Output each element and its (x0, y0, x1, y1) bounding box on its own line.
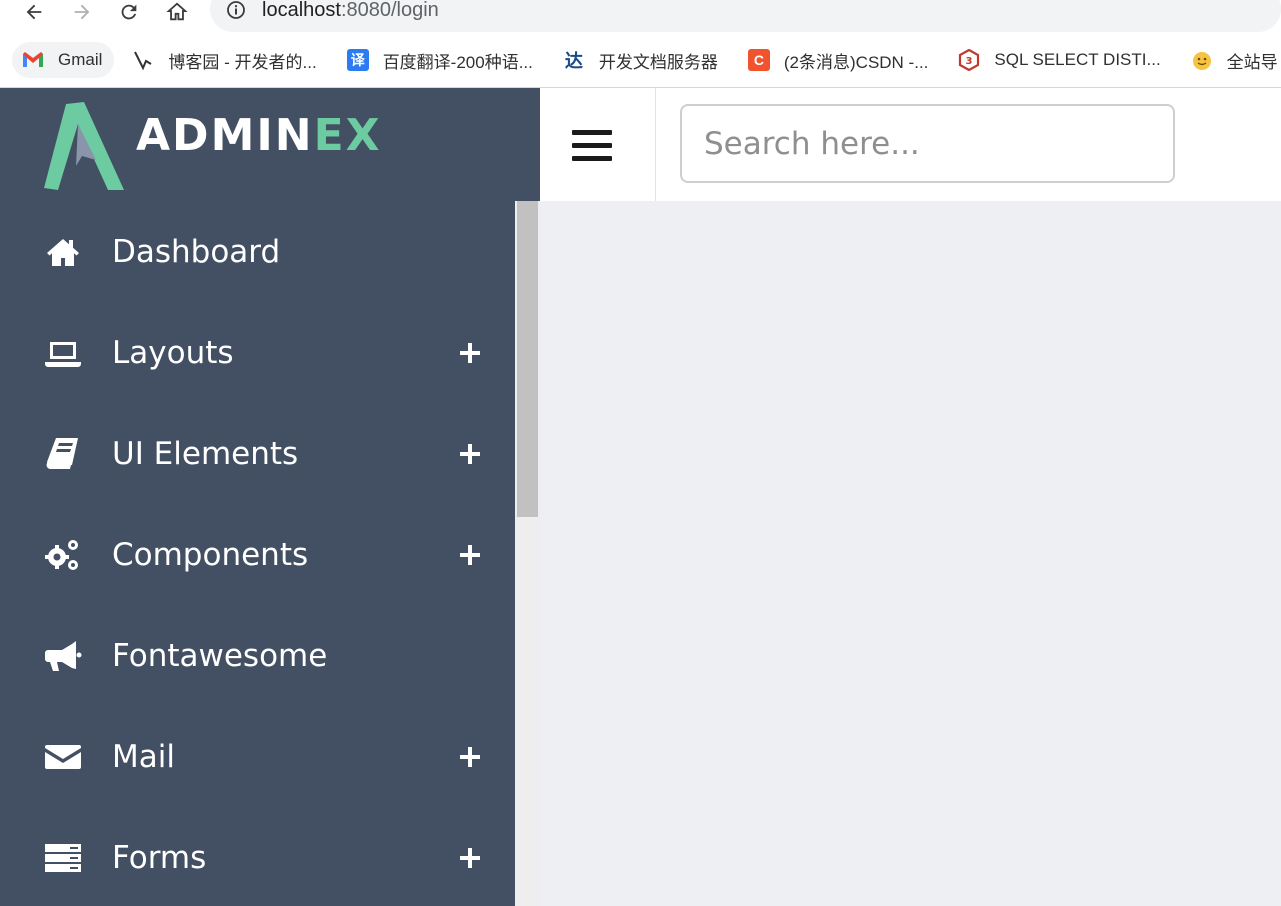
expand-plus-icon[interactable] (458, 745, 482, 769)
sidebar-item-label: Forms (112, 839, 207, 876)
bookmark-label: (2条消息)CSDN -... (783, 52, 929, 72)
devdocs-icon: 达 (564, 51, 583, 71)
baidu-translate-icon: 译 (346, 49, 369, 71)
server-icon (44, 839, 82, 877)
sidebar: ADMINEX Dashboard Layouts UI Elements Co… (0, 88, 540, 906)
cogs-icon (44, 536, 82, 574)
sidebar-item-label: Layouts (112, 334, 234, 371)
search-input[interactable] (680, 104, 1175, 183)
bookmark-cnblogs[interactable]: 博客园 - 开发者的... (114, 42, 328, 78)
brand-logo[interactable]: ADMINEX (0, 88, 540, 201)
bookmark-gmail[interactable]: Gmail (12, 42, 115, 78)
url-path: :8080/login (340, 0, 439, 21)
sidebar-item-label: Dashboard (112, 233, 281, 270)
book-icon (44, 435, 82, 473)
w3school-icon: 3 (958, 49, 980, 71)
sidebar-item-fontawesome[interactable]: Fontawesome (0, 605, 515, 706)
expand-plus-icon[interactable] (458, 442, 482, 466)
top-header (540, 88, 1281, 201)
sidebar-item-label: UI Elements (112, 435, 299, 472)
sidebar-item-label: Mail (112, 738, 175, 775)
bullhorn-icon (44, 637, 82, 675)
bookmark-devdocs[interactable]: 达 开发文档服务器 (545, 42, 730, 78)
home-button[interactable] (163, 0, 191, 26)
sidebar-item-forms[interactable]: Forms (0, 807, 515, 906)
browser-toolbar: localhost:8080/login Gmail 博客园 - 开发者的...… (0, 0, 1281, 88)
address-bar[interactable]: localhost:8080/login (210, 0, 1281, 32)
url-host: localhost (262, 0, 341, 21)
back-arrow-icon (26, 4, 42, 20)
sidebar-item-label: Components (112, 536, 309, 573)
bookmark-label: 全站导 (1226, 52, 1278, 72)
info-icon (227, 1, 245, 19)
bookmark-label: 博客园 - 开发者的... (168, 52, 317, 72)
sidebar-item-mail[interactable]: Mail (0, 706, 515, 807)
sidebar-item-layouts[interactable]: Layouts (0, 302, 515, 403)
menu-toggle-icon[interactable] (572, 128, 614, 164)
bookmark-navigation[interactable]: 全站导 (1173, 42, 1281, 78)
main-content (540, 201, 1281, 906)
csdn-icon: C (747, 49, 770, 71)
sidebar-item-dashboard[interactable]: Dashboard (0, 201, 515, 302)
expand-plus-icon[interactable] (458, 341, 482, 365)
cnblogs-icon (132, 49, 154, 71)
brand-name: ADMINEX (136, 110, 382, 161)
adminex-logo-icon (44, 102, 124, 190)
bookmark-label: SQL SELECT DISTI... (994, 50, 1161, 69)
brand-name-part1: ADMIN (136, 110, 314, 161)
expand-plus-icon[interactable] (458, 846, 482, 870)
brand-name-part2: EX (313, 110, 382, 161)
envelope-icon (44, 738, 82, 776)
bookmark-w3school[interactable]: 3 SQL SELECT DISTI... (940, 42, 1172, 78)
gmail-icon (22, 49, 44, 71)
bookmark-baidu-translate[interactable]: 译 百度翻译-200种语... (329, 42, 545, 78)
reload-icon (121, 4, 137, 20)
forward-arrow-icon (74, 4, 90, 20)
browser-home-icon (166, 2, 188, 21)
sidebar-item-components[interactable]: Components (0, 504, 515, 605)
smiley-icon (1191, 49, 1213, 71)
sidebar-menu: Dashboard Layouts UI Elements Components… (0, 201, 515, 906)
bookmark-label: Gmail (58, 50, 103, 69)
bookmark-csdn[interactable]: C (2条消息)CSDN -... (730, 42, 941, 78)
svg-text:3: 3 (966, 56, 973, 67)
header-divider (655, 88, 656, 201)
sidebar-scrollbar-thumb[interactable] (517, 201, 538, 517)
laptop-icon (44, 334, 82, 372)
sidebar-item-label: Fontawesome (112, 637, 328, 674)
sidebar-item-ui-elements[interactable]: UI Elements (0, 403, 515, 504)
expand-plus-icon[interactable] (458, 543, 482, 567)
url-text: localhost:8080/login (262, 0, 439, 22)
bookmark-label: 开发文档服务器 (598, 52, 718, 72)
bookmarks-bar: Gmail 博客园 - 开发者的... 译 百度翻译-200种语... 达 开发… (0, 40, 1281, 80)
forward-button[interactable] (68, 0, 96, 26)
reload-button[interactable] (115, 0, 143, 26)
bookmark-label: 百度翻译-200种语... (382, 52, 533, 72)
home-icon (44, 233, 82, 271)
back-button[interactable] (20, 0, 48, 26)
